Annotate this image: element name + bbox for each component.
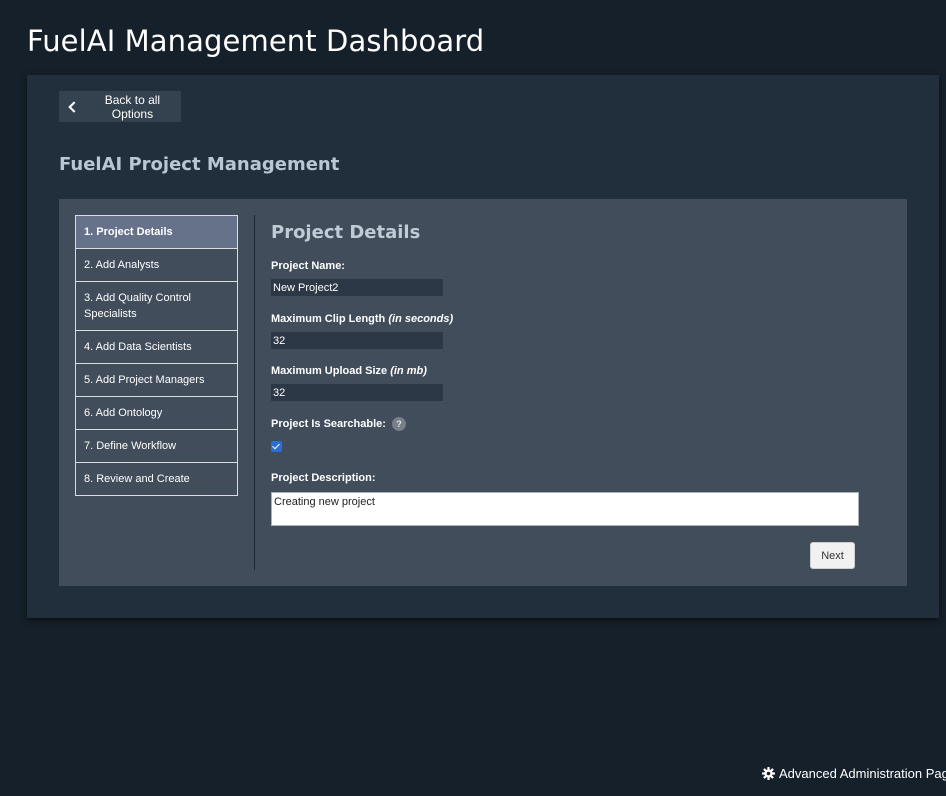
max-clip-length-label-text: Maximum Clip Length — [271, 313, 386, 325]
wizard-steps: 1. Project Details 2. Add Analysts 3. Ad… — [75, 215, 238, 496]
project-name-input[interactable] — [271, 279, 443, 296]
advanced-administration-label: Advanced Administration Page — [779, 766, 946, 781]
page-title: FuelAI Management Dashboard — [27, 24, 485, 58]
step-add-data-scientists[interactable]: 4. Add Data Scientists — [75, 330, 238, 364]
section-title: FuelAI Project Management — [59, 154, 340, 175]
step-define-workflow[interactable]: 7. Define Workflow — [75, 429, 238, 463]
step-add-ontology[interactable]: 6. Add Ontology — [75, 396, 238, 430]
max-upload-size-label: Maximum Upload Size (in mb) — [271, 365, 427, 377]
max-upload-size-label-text: Maximum Upload Size — [271, 365, 388, 377]
searchable-checkbox[interactable] — [271, 441, 282, 452]
project-name-label-text: Project Name: — [271, 260, 345, 272]
main-card: Back to all Options FuelAI Project Manag… — [27, 75, 939, 618]
wizard-panel: 1. Project Details 2. Add Analysts 3. Ad… — [59, 199, 907, 586]
searchable-label-text: Project Is Searchable: — [271, 417, 386, 430]
project-description-textarea[interactable]: Creating new project — [271, 492, 859, 526]
step-review-and-create[interactable]: 8. Review and Create — [75, 462, 238, 496]
help-icon[interactable]: ? — [392, 417, 407, 431]
description-label: Project Description: — [271, 472, 376, 484]
max-clip-length-label: Maximum Clip Length (in seconds) — [271, 313, 453, 325]
panel-divider — [254, 215, 255, 570]
next-button[interactable]: Next — [810, 542, 855, 569]
back-to-options-button[interactable]: Back to all Options — [59, 91, 181, 122]
step-project-details[interactable]: 1. Project Details — [75, 215, 238, 249]
form-title: Project Details — [271, 222, 421, 243]
searchable-label: Project Is Searchable: ? — [271, 417, 407, 431]
description-label-text: Project Description: — [271, 472, 376, 484]
gear-icon — [762, 767, 775, 780]
step-add-analysts[interactable]: 2. Add Analysts — [75, 248, 238, 282]
back-button-label: Back to all Options — [104, 92, 161, 121]
project-name-label: Project Name: — [271, 260, 345, 272]
max-clip-length-input[interactable] — [271, 332, 443, 349]
step-add-project-managers[interactable]: 5. Add Project Managers — [75, 363, 238, 397]
step-add-quality-control-specialists[interactable]: 3. Add Quality Control Specialists — [75, 281, 238, 331]
max-upload-size-input[interactable] — [271, 384, 443, 401]
max-upload-size-unit: (in mb) — [390, 365, 427, 377]
chevron-left-icon — [68, 100, 80, 113]
max-clip-length-unit: (in seconds) — [388, 313, 454, 325]
advanced-administration-link[interactable]: Advanced Administration Page — [762, 766, 946, 781]
